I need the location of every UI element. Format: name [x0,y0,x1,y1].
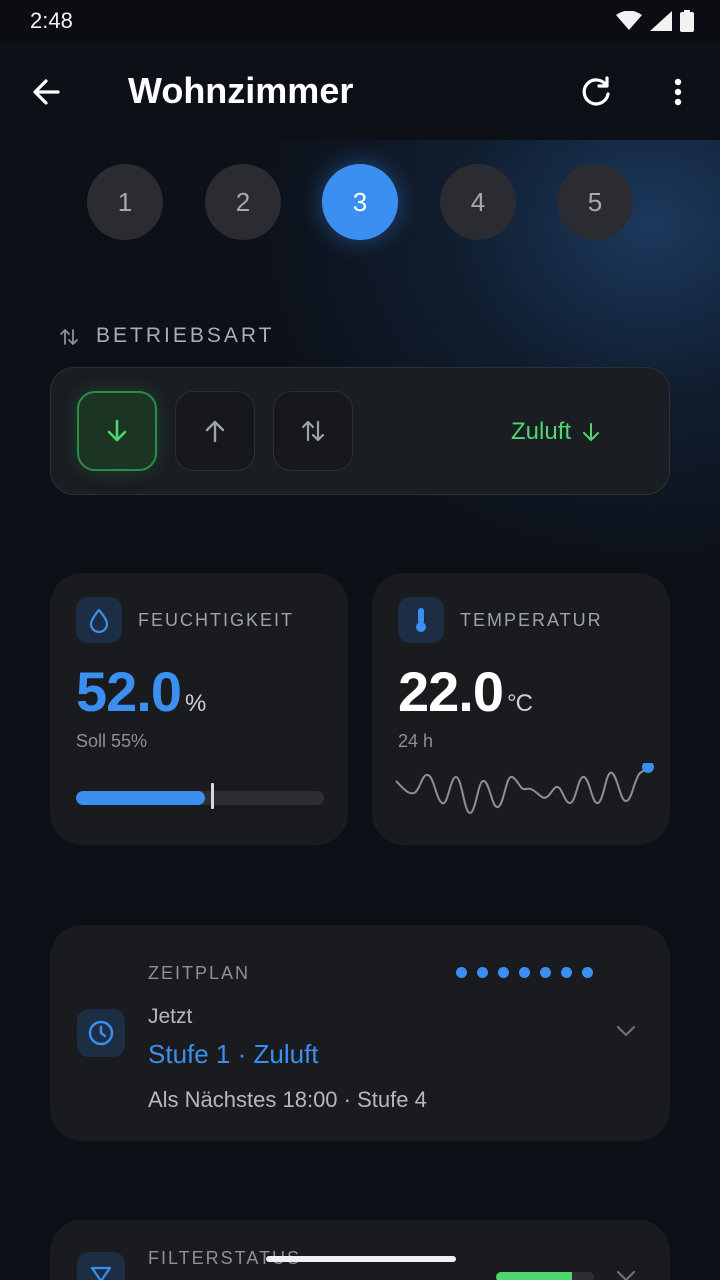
clock-icon [88,1020,114,1046]
mode-exhaust-button[interactable] [175,391,255,471]
arrow-down-icon [107,419,127,442]
step-button-4[interactable]: 4 [440,164,516,240]
filter-bar-fill [496,1272,572,1280]
humidity-bar-track [76,791,324,805]
mode-card: Zuluft [50,367,670,495]
mode-supply-button[interactable] [77,391,157,471]
chevron-down-icon[interactable] [614,1023,638,1039]
swap-vert-icon [60,329,78,345]
status-bar: 2:48 [0,0,720,42]
schedule-label: ZEITPLAN [148,963,251,983]
battery-icon [680,10,694,32]
schedule-dot [561,967,572,978]
page-title: Wohnzimmer [128,70,354,111]
step-selector: 1 2 3 4 5 [0,164,720,240]
humidity-unit: % [185,690,206,717]
filter-icon-box [77,1252,125,1280]
humidity-card[interactable]: FEUCHTIGKEIT 52.0% Soll 55% [50,573,348,845]
status-icons [616,10,694,32]
section-label-mode: BETRIEBSART [96,324,275,347]
schedule-dot [582,967,593,978]
refresh-icon [582,76,610,106]
app-bar: Wohnzimmer [0,42,720,140]
wifi-icon [616,11,642,30]
filter-card[interactable]: FILTERSTATUS [50,1220,670,1280]
humidity-target: Soll 55% [76,731,148,751]
humidity-label: FEUCHTIGKEIT [138,610,295,630]
schedule-icon-box [77,1009,125,1057]
home-indicator[interactable] [266,1256,456,1262]
temperature-value: 22.0 °C [398,659,533,724]
water-drop-icon [89,608,109,633]
temperature-icon-box [398,597,444,643]
schedule-dot [498,967,509,978]
schedule-now-label: Jetzt [148,1005,193,1028]
temperature-range: 24 h [398,731,434,751]
schedule-dots [456,967,593,978]
temperature-sparkline [395,763,654,815]
chevron-down-icon[interactable] [614,1268,638,1280]
temperature-number: 22.0 [398,660,504,723]
schedule-dot [477,967,488,978]
signal-icon [650,11,672,31]
arrow-left-icon [33,79,60,105]
mode-status: Zuluft [511,418,603,446]
humidity-icon-box [76,597,122,643]
mode-exchange-button[interactable] [273,391,353,471]
schedule-card[interactable]: ZEITPLAN Jetzt Stufe 1 · Zuluft Als Näch… [50,925,670,1141]
humidity-number: 52.0 [76,660,182,723]
step-button-3[interactable]: 3 [322,164,398,240]
step-button-5[interactable]: 5 [557,164,633,240]
schedule-dot [519,967,530,978]
swap-vert-icon [301,420,325,442]
humidity-value: 52.0% [76,659,206,724]
step-button-2[interactable]: 2 [205,164,281,240]
back-button[interactable] [28,72,68,112]
step-button-1[interactable]: 1 [87,164,163,240]
schedule-now-value: Stufe 1 · Zuluft [148,1039,319,1069]
schedule-next: Als Nächstes 18:00 · Stufe 4 [148,1087,427,1112]
filter-icon [90,1266,112,1280]
temperature-label: TEMPERATUR [460,610,603,630]
status-time: 2:48 [30,8,73,33]
arrow-down-icon [583,423,600,441]
humidity-target-marker [211,783,215,809]
refresh-button[interactable] [576,72,616,112]
humidity-bar-fill [76,791,205,805]
arrow-up-icon [205,420,225,443]
temperature-card[interactable]: TEMPERATUR 22.0 °C 24 h [372,573,670,845]
more-vert-icon [674,78,682,106]
temperature-unit: °C [507,690,533,717]
schedule-dot [456,967,467,978]
schedule-dot [540,967,551,978]
mode-status-label: Zuluft [511,418,572,445]
more-options-button[interactable] [660,72,696,112]
filter-bar-track [496,1272,594,1280]
thermometer-icon [416,608,426,632]
